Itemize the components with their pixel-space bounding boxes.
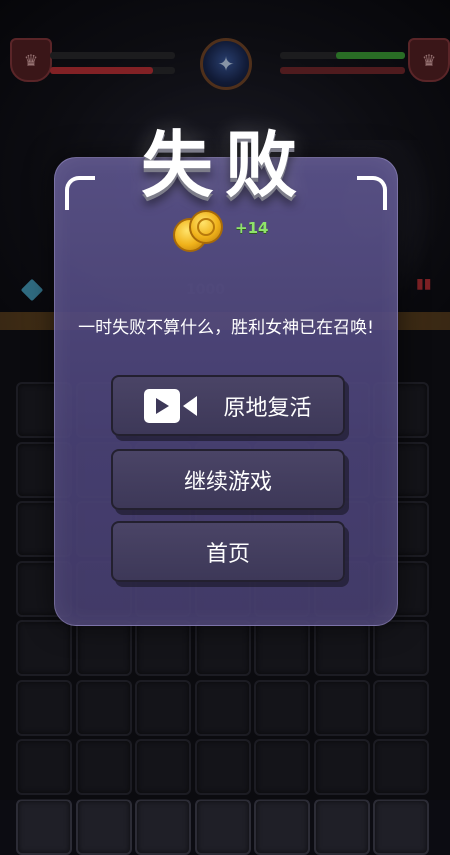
grid-cell	[194, 798, 251, 855]
defeat-dialog: +14 一时失败不算什么，胜利女神已在召唤! 原地复活 继续游戏 首页	[54, 157, 398, 626]
reward-row: +14	[173, 210, 269, 252]
grid-cell	[313, 798, 370, 855]
grid-cell	[135, 798, 191, 855]
defeat-message: 一时失败不算什么，胜利女神已在召唤!	[78, 318, 374, 338]
grid-cell	[373, 798, 429, 855]
grid-cell	[254, 798, 310, 855]
continue-game-label: 继续游戏	[183, 469, 272, 495]
reward-amount: +14	[235, 219, 269, 237]
gold-coins-icon	[173, 210, 223, 252]
video-camera-icon	[144, 388, 198, 423]
home-button[interactable]: 首页	[111, 521, 345, 582]
result-title: 失败	[140, 123, 309, 207]
continue-game-button[interactable]: 继续游戏	[111, 449, 345, 510]
home-button-label: 首页	[205, 541, 250, 567]
grid-cell	[16, 798, 72, 855]
revive-button-label: 原地复活	[223, 395, 312, 421]
revive-button[interactable]: 原地复活	[111, 375, 345, 436]
grid-cell	[75, 798, 132, 855]
